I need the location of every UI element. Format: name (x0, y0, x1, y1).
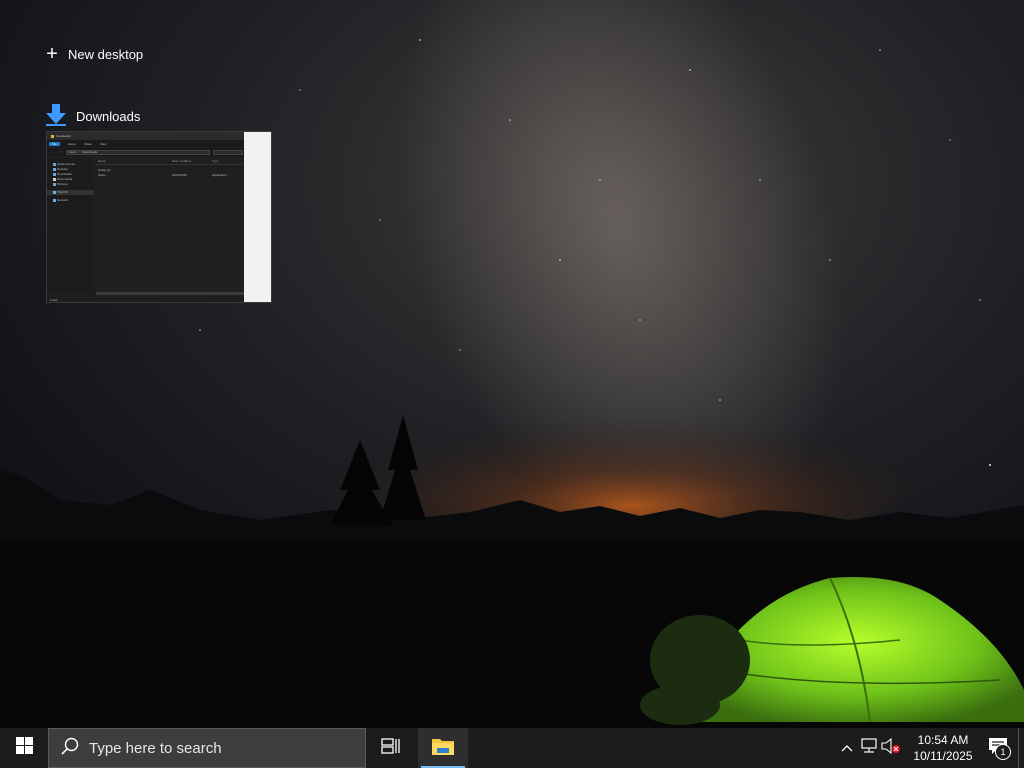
desktop-wallpaper (0, 0, 1024, 728)
plus-icon: + (46, 43, 58, 65)
thumb-nav-item: This PC (47, 190, 94, 195)
task-view-button[interactable] (366, 728, 416, 768)
thumb-up-arrow-icon: ↑ (61, 150, 63, 154)
thumb-horizontal-scrollbar (96, 292, 246, 295)
thumb-address-bar: ← → ↑ Users Downloads (47, 148, 246, 156)
thumb-path-segment: Downloads (82, 150, 98, 154)
taskbar-app-file-explorer[interactable] (418, 728, 468, 768)
clock-time: 10:54 AM (917, 733, 969, 747)
file-explorer-icon (431, 736, 455, 761)
document-icon (53, 178, 56, 181)
clock-date: 10/11/2025 (913, 749, 973, 763)
action-center-button[interactable]: 1 (978, 728, 1018, 768)
window-title-bar[interactable]: Downloads (46, 103, 141, 129)
show-hidden-icons-button[interactable] (836, 728, 858, 768)
thumb-title: Downloads (56, 134, 71, 138)
this-pc-icon (53, 191, 56, 194)
thumb-nav-label: Network (57, 198, 69, 202)
thumb-path-box: Users Downloads (65, 149, 210, 155)
notification-count-badge: 1 (995, 744, 1011, 760)
thumb-file-list: Name Date modified Type Today (1) Setup … (96, 158, 246, 294)
chevron-up-icon (841, 739, 853, 757)
taskbar: Type here to search 10:54 AM 10/11/2025 … (0, 728, 1024, 768)
star-icon (53, 163, 56, 166)
thumb-file-name: Setup (98, 172, 106, 177)
search-icon (61, 737, 79, 760)
thumb-tab-file: File (49, 141, 60, 146)
desktop-icon (53, 168, 56, 171)
thumb-file-type: Application (212, 172, 227, 177)
thumb-path-segment: Users (68, 150, 77, 154)
network-button[interactable] (858, 728, 880, 768)
clock[interactable]: 10:54 AM 10/11/2025 (908, 732, 978, 764)
thumb-nav-label: This PC (57, 190, 68, 194)
new-desktop-button[interactable]: + New desktop (44, 42, 143, 66)
thumb-navigation-pane: Quick access Desktop Downloads Documents… (47, 158, 94, 294)
volume-button[interactable] (880, 728, 902, 768)
thumb-titlebar: Downloads (47, 132, 246, 140)
thumb-tab-share: Share (83, 141, 92, 146)
new-desktop-label: New desktop (68, 46, 144, 62)
network-icon (860, 737, 878, 759)
folder-icon (51, 134, 54, 138)
thumb-nav-label: Pictures (57, 182, 68, 186)
search-placeholder: Type here to search (89, 739, 222, 757)
window-title: Downloads (76, 108, 141, 124)
thumb-col-type: Type (212, 159, 219, 163)
thumb-nav-item: Network (47, 198, 94, 203)
thumb-forward-arrow-icon: → (55, 150, 58, 154)
thumb-back-arrow-icon: ← (49, 150, 52, 154)
task-view-icon (381, 737, 401, 759)
thumb-nav-item: Pictures (47, 182, 94, 187)
thumb-tab-view: View (99, 141, 107, 146)
pictures-icon (53, 183, 56, 186)
thumb-status-text: 1 item (50, 298, 59, 302)
volume-muted-icon (881, 737, 901, 759)
thumb-col-name: Name (98, 159, 107, 163)
thumb-ribbon: File Home Share View (47, 140, 246, 147)
thumb-group-label: Today (1) (98, 167, 111, 172)
thumb-tab-home: Home (67, 141, 76, 146)
download-arrow-icon (46, 103, 66, 129)
thumb-search-box (213, 149, 243, 155)
thumb-column-headers: Name Date modified Type (96, 158, 246, 165)
network-icon (53, 199, 56, 202)
show-desktop-button[interactable] (1018, 728, 1024, 768)
thumb-status-bar: 1 item (47, 296, 246, 302)
downloads-window-thumbnail[interactable]: Downloads File Home Share View ← → ↑ Use… (46, 131, 272, 303)
thumb-file-date: 10/11/2025 (172, 172, 187, 177)
start-button[interactable] (0, 728, 48, 768)
thumb-col-date: Date modified (172, 159, 191, 163)
search-input[interactable]: Type here to search (48, 728, 366, 768)
table-row: Setup 10/11/2025 Application (96, 172, 246, 177)
system-tray: 10:54 AM 10/11/2025 1 (836, 728, 1024, 768)
thumb-white-edge (244, 132, 271, 302)
download-icon (53, 173, 56, 176)
windows-logo-icon (15, 737, 33, 759)
